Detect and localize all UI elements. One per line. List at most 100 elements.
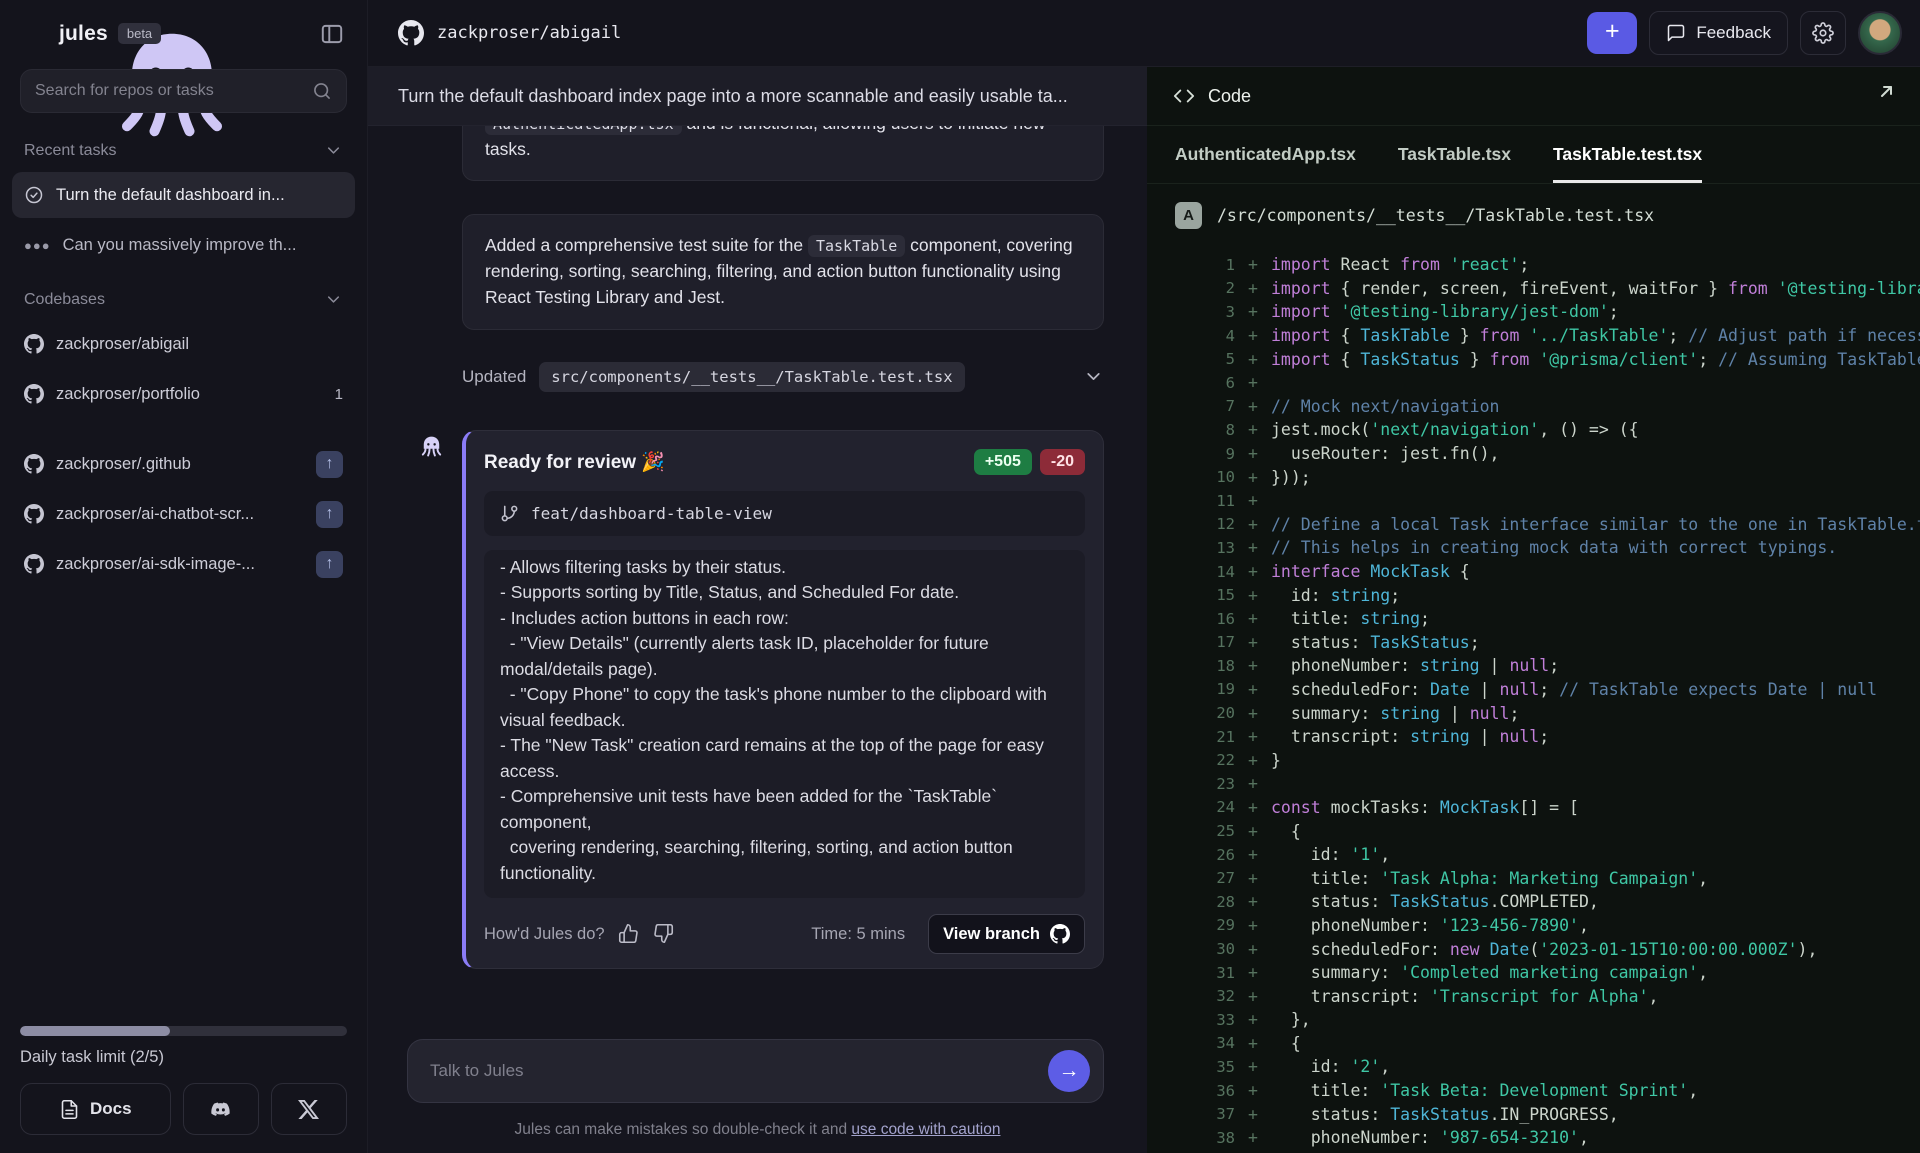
updated-file-row: Updated src/components/__tests__/TaskTab… — [462, 362, 1104, 392]
view-branch-button[interactable]: View branch — [928, 914, 1085, 954]
sidebar-item-repo-abigail[interactable]: zackproser/abigail — [12, 321, 355, 367]
file-path-row: A /src/components/__tests__/TaskTable.te… — [1147, 184, 1920, 247]
review-row: Ready for review 🎉 +505 -20 feat/dashboa… — [417, 430, 1104, 970]
recent-tasks-section-header[interactable]: Recent tasks — [0, 121, 367, 170]
sidebar-item-repo-ai-chatbot[interactable]: zackproser/ai-chatbot-scr... ↑ — [12, 491, 355, 537]
code-panel-title: Code — [1208, 86, 1251, 107]
check-circle-icon — [24, 185, 44, 205]
code-line: 32+ transcript: 'Transcript for Alpha', — [1147, 984, 1920, 1008]
github-icon — [24, 504, 44, 524]
review-body: - Allows filtering tasks by their status… — [484, 550, 1085, 899]
sidebar-item-task-improve[interactable]: ●●● Can you massively improve th... — [12, 222, 355, 268]
daily-limit-progress — [20, 1026, 347, 1036]
branch-name: feat/dashboard-table-view — [531, 504, 772, 523]
review-body-line: - Allows filtering tasks by their status… — [500, 555, 1069, 581]
tab-tasktable[interactable]: TaskTable.tsx — [1398, 126, 1511, 183]
sidebar-item-task-dashboard[interactable]: Turn the default dashboard in... — [12, 172, 355, 218]
app-root: jules beta Recent tasks Turn the default… — [0, 0, 1920, 1153]
deletions-badge: -20 — [1040, 449, 1085, 475]
code-line: 38+ phoneNumber: '987-654-3210', — [1147, 1126, 1920, 1150]
sidebar-item-repo-ai-sdk[interactable]: zackproser/ai-sdk-image-... ↑ — [12, 541, 355, 587]
codebases-label: Codebases — [24, 291, 105, 309]
code-line: 16+ title: string; — [1147, 607, 1920, 631]
send-button[interactable]: → — [1048, 1050, 1090, 1092]
arrow-up-icon[interactable]: ↑ — [316, 451, 343, 478]
expand-icon[interactable] — [1870, 84, 1894, 108]
github-icon — [24, 334, 44, 354]
discord-button[interactable] — [183, 1083, 259, 1135]
repo-count-badge: 1 — [335, 386, 343, 403]
code-line: 5+import { TaskStatus } from '@prisma/cl… — [1147, 347, 1920, 371]
code-line: 25+ { — [1147, 819, 1920, 843]
thumbs-down-icon[interactable] — [653, 923, 675, 945]
x-button[interactable] — [271, 1083, 347, 1135]
chat-input[interactable] — [430, 1061, 1033, 1081]
review-body-line: - Includes action buttons in each row: — [500, 606, 1069, 632]
chevron-down-icon[interactable] — [1083, 366, 1104, 387]
feedback-button[interactable]: Feedback — [1649, 11, 1788, 55]
chat-panel: Turn the default dashboard index page in… — [368, 67, 1147, 1153]
task-label: Can you massively improve th... — [63, 236, 297, 255]
arrow-right-icon: → — [1059, 1059, 1080, 1083]
search-input[interactable] — [35, 82, 302, 100]
sidebar-item-repo-portfolio[interactable]: zackproser/portfolio 1 — [12, 371, 355, 417]
review-body-line: - "View Details" (currently alerts task … — [500, 631, 1069, 682]
code-line: 9+ useRouter: jest.fn(), — [1147, 442, 1920, 466]
repo-label: zackproser/portfolio — [56, 385, 200, 404]
code-line: 33+ }, — [1147, 1008, 1920, 1032]
sidebar-toggle-icon[interactable] — [319, 21, 345, 47]
document-icon — [59, 1099, 80, 1120]
code-lines: 1+import React from 'react';2+import { r… — [1147, 247, 1920, 1153]
file-author-badge: A — [1175, 202, 1202, 229]
review-body-line: - Supports sorting by Title, Status, and… — [500, 580, 1069, 606]
thumbs-up-icon[interactable] — [618, 923, 640, 945]
sidebar-item-repo-github[interactable]: zackproser/.github ↑ — [12, 441, 355, 487]
chevron-down-icon — [324, 141, 343, 160]
arrow-up-icon[interactable]: ↑ — [316, 501, 343, 528]
settings-button[interactable] — [1800, 11, 1846, 55]
time-label: Time: 5 mins — [811, 925, 905, 944]
github-icon — [24, 554, 44, 574]
sidebar-buttons: Docs — [20, 1083, 347, 1135]
code-line: 24+const mockTasks: MockTask[] = [ — [1147, 796, 1920, 820]
code-line: 3+import '@testing-library/jest-dom'; — [1147, 300, 1920, 324]
composer: → — [368, 1025, 1147, 1111]
disclaimer-link[interactable]: use code with caution — [851, 1121, 1000, 1138]
git-branch-icon — [500, 504, 519, 523]
github-icon — [1050, 924, 1070, 944]
code-line: 29+ phoneNumber: '123-456-7890', — [1147, 914, 1920, 938]
code-brackets-icon — [1173, 85, 1195, 107]
view-branch-label: View branch — [943, 925, 1040, 944]
codebases-section-header[interactable]: Codebases — [0, 270, 367, 319]
repo-label: zackproser/ai-sdk-image-... — [56, 555, 255, 574]
topbar-actions: + Feedback — [1587, 11, 1902, 55]
app-logo-text: jules — [59, 22, 108, 46]
repo-label: zackproser/.github — [56, 455, 191, 474]
arrow-up-icon[interactable]: ↑ — [316, 551, 343, 578]
new-task-button[interactable]: + — [1587, 12, 1637, 54]
code-line: 2+import { render, screen, fireEvent, wa… — [1147, 277, 1920, 301]
code-line: 12+// Define a local Task interface simi… — [1147, 513, 1920, 537]
review-header: Ready for review 🎉 +505 -20 — [484, 449, 1085, 475]
code-line: 35+ id: '2', — [1147, 1055, 1920, 1079]
github-icon — [24, 454, 44, 474]
code-line: 6+ — [1147, 371, 1920, 395]
code-line: 31+ summary: 'Completed marketing campai… — [1147, 961, 1920, 985]
review-title: Ready for review 🎉 — [484, 450, 665, 474]
updated-file-chip[interactable]: src/components/__tests__/TaskTable.test.… — [539, 362, 964, 392]
disclaimer: Jules can make mistakes so double-check … — [368, 1111, 1147, 1153]
docs-button[interactable]: Docs — [20, 1083, 171, 1135]
tab-tasktable-test[interactable]: TaskTable.test.tsx — [1553, 126, 1702, 183]
code-line: 20+ summary: string | null; — [1147, 701, 1920, 725]
message-icon — [1666, 23, 1686, 43]
topbar: zackproser/abigail + Feedback — [368, 0, 1920, 67]
code-line: 27+ title: 'Task Alpha: Marketing Campai… — [1147, 866, 1920, 890]
tab-authenticatedapp[interactable]: AuthenticatedApp.tsx — [1175, 126, 1356, 183]
user-avatar[interactable] — [1858, 11, 1902, 55]
code-line: 30+ scheduledFor: new Date('2023-01-15T1… — [1147, 937, 1920, 961]
jules-squid-icon — [22, 20, 49, 47]
file-path: /src/components/__tests__/TaskTable.test… — [1217, 206, 1654, 225]
code-line: 28+ status: TaskStatus.COMPLETED, — [1147, 890, 1920, 914]
github-icon — [398, 20, 424, 46]
updated-label: Updated — [462, 367, 526, 387]
